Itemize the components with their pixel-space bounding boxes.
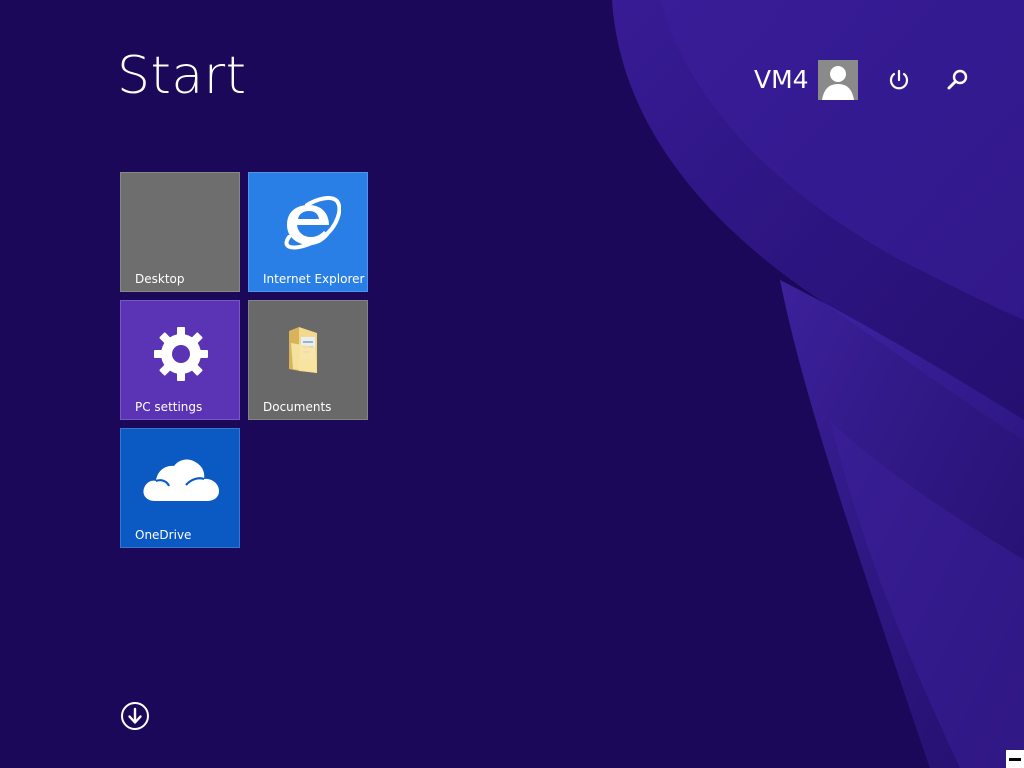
power-icon[interactable]: [885, 66, 913, 94]
tile-label: PC settings: [135, 400, 203, 414]
tile-internet-explorer[interactable]: Internet Explorer: [248, 172, 368, 292]
all-apps-button[interactable]: [120, 701, 150, 731]
tile-label: OneDrive: [135, 528, 192, 542]
user-avatar-icon: [817, 60, 858, 100]
internet-explorer-icon: [284, 196, 341, 250]
tile-label: Internet Explorer: [263, 272, 365, 286]
page-title: Start: [117, 46, 247, 106]
tile-documents[interactable]: Documents: [248, 300, 368, 420]
user-name: VM4: [754, 65, 809, 94]
tile-label: Desktop: [135, 272, 185, 286]
user-account-button[interactable]: VM4: [754, 60, 858, 100]
folder-icon: [289, 327, 317, 373]
arrow-down-circle-icon: [121, 702, 149, 730]
search-icon[interactable]: [944, 66, 972, 94]
tile-pc-settings[interactable]: PC settings: [120, 300, 240, 420]
tile-label: Documents: [263, 400, 332, 414]
zoom-out-button[interactable]: [1006, 750, 1024, 768]
tile-onedrive[interactable]: OneDrive: [120, 428, 240, 548]
gear-icon: [154, 327, 208, 381]
tile-desktop[interactable]: Desktop: [120, 172, 240, 292]
cloud-icon: [143, 459, 219, 501]
